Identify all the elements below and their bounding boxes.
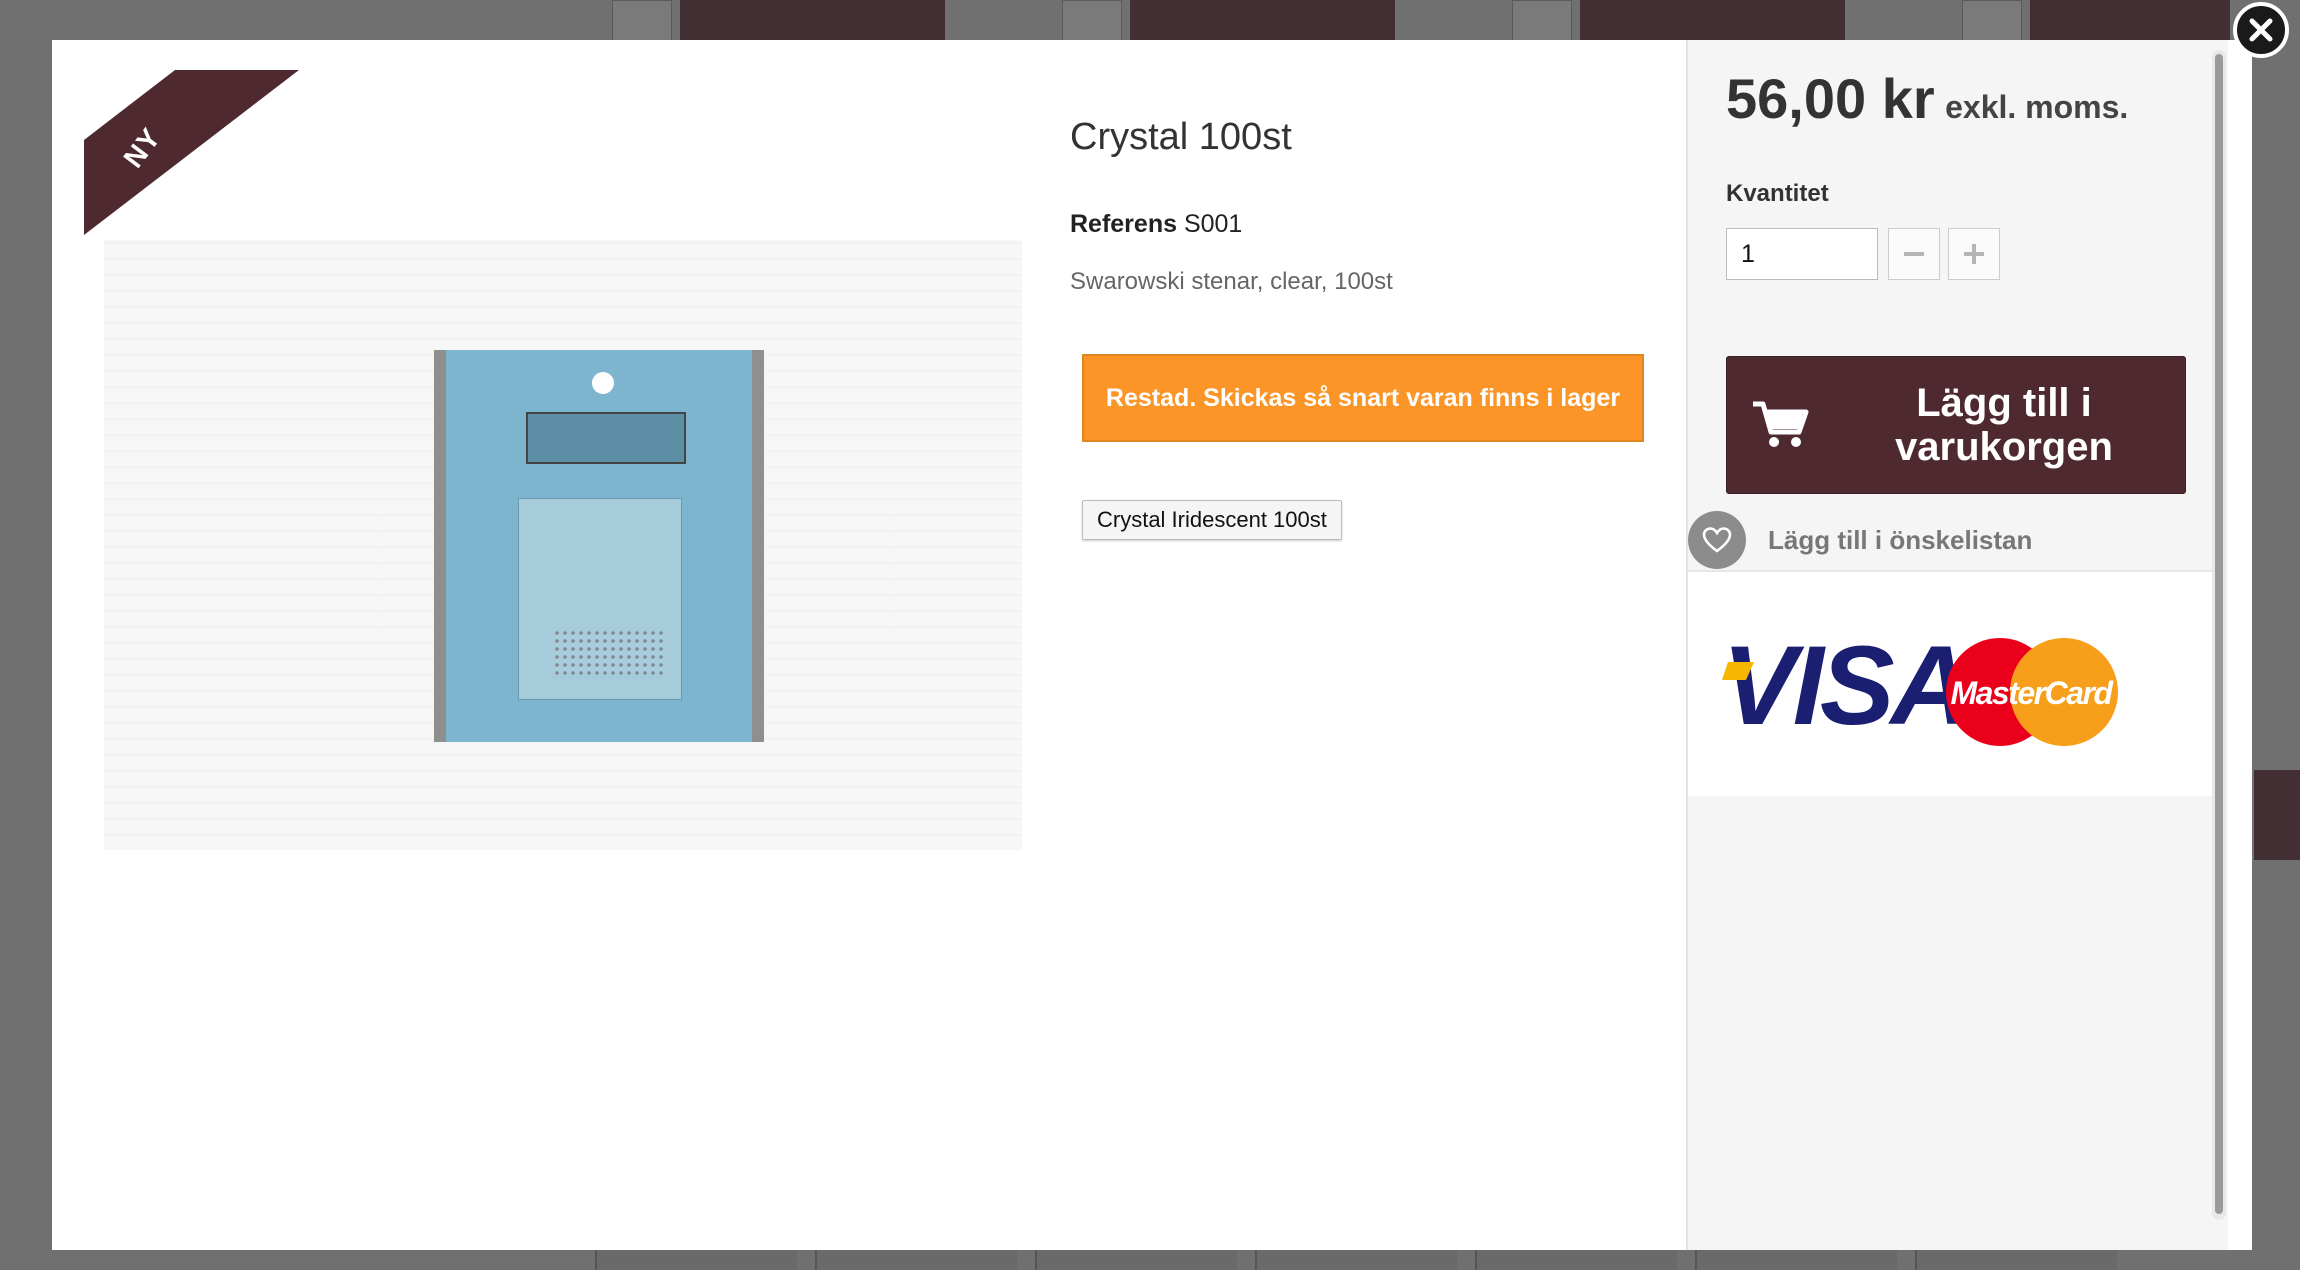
new-badge: NY bbox=[84, 70, 299, 235]
product-reference: Referens S001 bbox=[1070, 210, 1242, 239]
new-badge-cutout bbox=[84, 70, 175, 140]
bg-tab bbox=[1130, 0, 1395, 42]
add-to-cart-label: Lägg till i varukorgen bbox=[1895, 381, 2113, 469]
quantity-input[interactable] bbox=[1726, 228, 1878, 280]
mastercard-wordmark: MasterCard bbox=[1950, 675, 2114, 711]
bg-arrow bbox=[1062, 0, 1122, 44]
reference-label: Referens bbox=[1070, 210, 1177, 238]
quantity-label: Kvantitet bbox=[1726, 180, 1829, 207]
quantity-decrease-button[interactable] bbox=[1888, 228, 1940, 280]
heart-icon-wrapper bbox=[1688, 511, 1746, 569]
wishlist-link[interactable]: Lägg till i önskelistan bbox=[1688, 511, 2033, 569]
package-label bbox=[526, 412, 686, 464]
bg-bottom-block bbox=[1255, 1250, 1457, 1270]
product-package bbox=[434, 350, 764, 742]
visa-wordmark: VISA bbox=[1722, 623, 1967, 748]
bg-bottom-block bbox=[1475, 1250, 1677, 1270]
quick-view-modal: NY Crystal 100st Referens S001 Swarowski… bbox=[52, 40, 2252, 1250]
bg-tab bbox=[1580, 0, 1845, 42]
wishlist-label: Lägg till i önskelistan bbox=[1768, 524, 2033, 555]
bg-arrow bbox=[612, 0, 672, 44]
bg-tab bbox=[680, 0, 945, 42]
modal-scrollbar[interactable] bbox=[2212, 50, 2226, 1220]
bg-bottom-block bbox=[1915, 1250, 2117, 1270]
bg-tab bbox=[2030, 0, 2230, 42]
close-modal-button[interactable] bbox=[2233, 2, 2289, 58]
price-amount: 56,00 kr bbox=[1726, 67, 1935, 130]
reference-value: S001 bbox=[1183, 210, 1243, 238]
heart-icon bbox=[1702, 527, 1732, 553]
variant-button[interactable]: Crystal Iridescent 100st bbox=[1082, 500, 1342, 540]
package-stones bbox=[553, 629, 663, 677]
purchase-panel: 56,00 kr exkl. moms. Kvantitet Lägg till… bbox=[1686, 40, 2228, 1250]
quantity-increase-button[interactable] bbox=[1948, 228, 2000, 280]
add-to-cart-button[interactable]: Lägg till i varukorgen bbox=[1726, 356, 2186, 494]
bg-arrow bbox=[1962, 0, 2022, 44]
bg-arrow bbox=[1512, 0, 1572, 44]
scrollbar-thumb[interactable] bbox=[2215, 54, 2223, 1214]
product-price: 56,00 kr exkl. moms. bbox=[1726, 66, 2128, 131]
visa-mastercard-logo: VISA MasterCard bbox=[1722, 623, 2118, 748]
bg-bottom-block bbox=[1695, 1250, 1897, 1270]
payment-logos: VISA MasterCard bbox=[1688, 572, 2226, 796]
plus-icon bbox=[1964, 244, 1984, 264]
bg-bottom-block bbox=[815, 1250, 1017, 1270]
product-description: Swarowski stenar, clear, 100st bbox=[1070, 268, 1393, 295]
package-bag bbox=[518, 498, 682, 700]
package-hole bbox=[592, 372, 614, 394]
close-icon bbox=[2249, 18, 2273, 42]
price-tax-note: exkl. moms. bbox=[1945, 89, 2129, 125]
bg-bottom-block bbox=[1035, 1250, 1237, 1270]
stock-notice: Restad. Skickas så snart varan finns i l… bbox=[1082, 354, 1644, 442]
cart-icon bbox=[1753, 401, 1809, 447]
minus-icon bbox=[1904, 252, 1924, 256]
bg-side-block bbox=[2254, 770, 2300, 860]
product-title: Crystal 100st bbox=[1070, 116, 1292, 158]
product-image[interactable] bbox=[104, 240, 1022, 850]
bg-bottom-block bbox=[595, 1250, 797, 1270]
